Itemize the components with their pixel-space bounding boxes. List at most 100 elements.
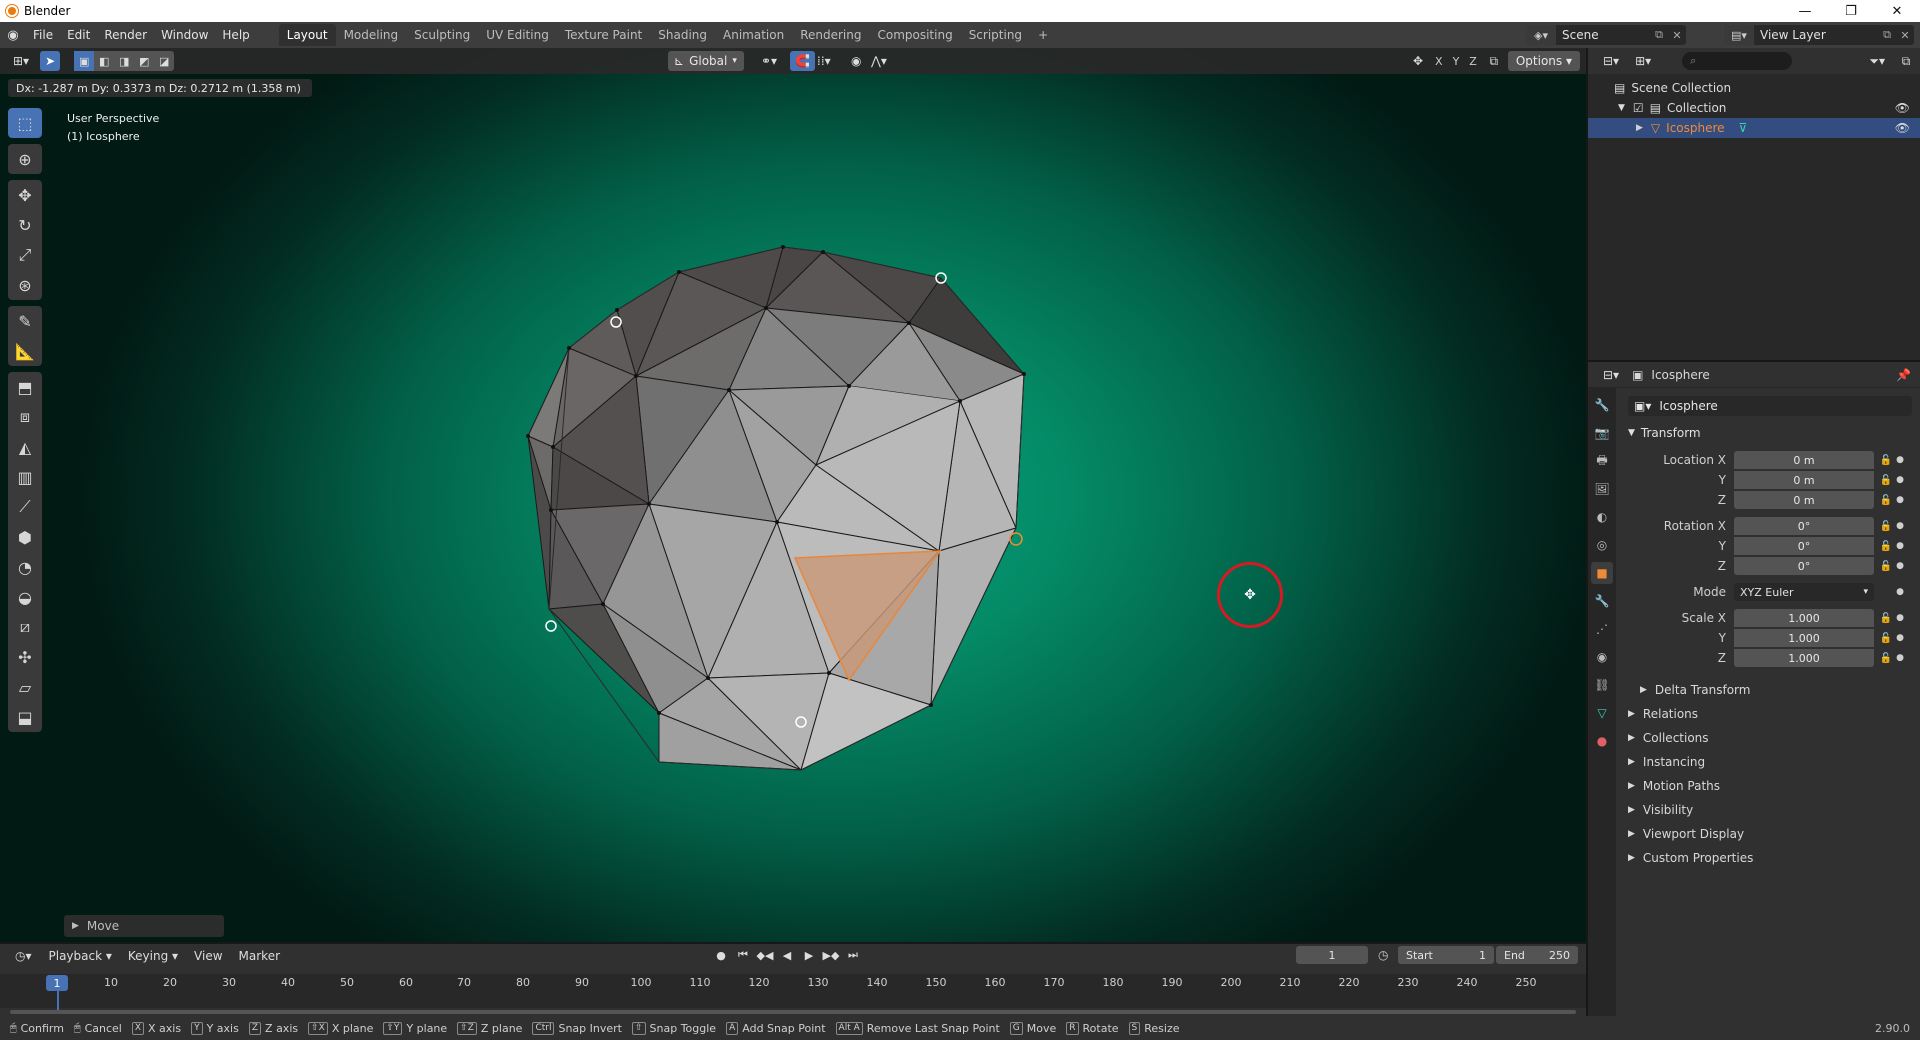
object-name-value[interactable]: Icosphere xyxy=(1659,399,1717,413)
clock-icon[interactable]: ◷ xyxy=(1378,948,1388,962)
rotation-z-field[interactable]: 0° xyxy=(1734,557,1874,575)
outliner-editor-icon[interactable]: ⊟▾ xyxy=(1598,51,1624,71)
rotation-y-field[interactable]: 0° xyxy=(1734,537,1874,555)
keyframe-dot-icon[interactable]: ● xyxy=(1894,613,1906,623)
lock-icon[interactable]: 🔓 xyxy=(1878,455,1894,466)
modifier-tab-icon[interactable]: 🔧 xyxy=(1591,590,1613,612)
rip-region-tool-icon[interactable]: ⬓ xyxy=(8,702,42,732)
tab-sculpting[interactable]: Sculpting xyxy=(406,24,478,46)
disclosure-open-icon[interactable]: ▼ xyxy=(1618,103,1625,113)
new-collection-icon[interactable]: ⧉ xyxy=(1896,51,1916,71)
tab-compositing[interactable]: Compositing xyxy=(869,24,960,46)
tab-layout[interactable]: Layout xyxy=(278,24,336,46)
knife-tool-icon[interactable]: ⟋ xyxy=(8,492,42,522)
view-layer-tab-icon[interactable]: 🖼 xyxy=(1591,478,1613,500)
scene-selector[interactable]: ◈▾ Scene ⧉ ✕ xyxy=(1526,25,1686,45)
bevel-tool-icon[interactable]: ◭ xyxy=(8,432,42,462)
select-extend-icon[interactable]: ◧ xyxy=(94,51,114,71)
scene-icon[interactable]: ◈▾ xyxy=(1526,25,1556,45)
scale-x-field[interactable]: 1.000 xyxy=(1734,609,1874,627)
delete-view-layer-icon[interactable]: ✕ xyxy=(1896,29,1914,42)
physics-tab-icon[interactable]: ◉ xyxy=(1591,646,1613,668)
timeline-editor-icon[interactable]: ◷▾ xyxy=(10,946,37,966)
rotation-mode-dropdown[interactable]: XYZ Euler ▾ xyxy=(1734,583,1874,601)
jump-start-icon[interactable]: ⏮ xyxy=(734,946,752,964)
inset-tool-icon[interactable]: ⧈ xyxy=(8,402,42,432)
menu-render[interactable]: Render xyxy=(97,28,154,42)
select-subtract-icon[interactable]: ◨ xyxy=(114,51,134,71)
output-tab-icon[interactable]: 🖶 xyxy=(1591,450,1613,472)
location-y-field[interactable]: 0 m xyxy=(1734,471,1874,489)
keyframe-dot-icon[interactable]: ● xyxy=(1894,561,1906,571)
options-dropdown[interactable]: Options ▾ xyxy=(1507,51,1580,71)
cursor-tool-icon[interactable]: ⊕ xyxy=(8,144,42,174)
close-window-button[interactable]: ✕ xyxy=(1874,0,1920,22)
lock-icon[interactable]: 🔓 xyxy=(1878,475,1894,486)
annotate-tool-icon[interactable]: ✎ xyxy=(8,306,42,336)
keyframe-dot-icon[interactable]: ● xyxy=(1894,541,1906,551)
checkbox-icon[interactable]: ☑ xyxy=(1633,101,1644,115)
menu-window[interactable]: Window xyxy=(154,28,215,42)
poly-build-tool-icon[interactable]: ⬢ xyxy=(8,522,42,552)
end-frame-field[interactable]: End 250 xyxy=(1496,946,1578,964)
delete-scene-icon[interactable]: ✕ xyxy=(1668,29,1686,42)
axis-z-toggle[interactable]: Z xyxy=(1466,55,1480,68)
tab-modeling[interactable]: Modeling xyxy=(336,24,407,46)
keyframe-dot-icon[interactable]: ● xyxy=(1894,521,1906,531)
transform-orientation-dropdown[interactable]: ⊾ Global ▾ xyxy=(668,51,744,71)
new-view-layer-icon[interactable]: ⧉ xyxy=(1878,28,1896,42)
add-workspace-icon[interactable]: + xyxy=(1030,24,1056,46)
smooth-tool-icon[interactable]: ◒ xyxy=(8,582,42,612)
keyframe-dot-icon[interactable]: ● xyxy=(1894,587,1906,597)
shear-tool-icon[interactable]: ▱ xyxy=(8,672,42,702)
display-mode-icon[interactable]: ⊞▾ xyxy=(1630,51,1656,71)
viewport-display-panel[interactable]: ▶ Viewport Display xyxy=(1620,822,1916,846)
location-z-field[interactable]: 0 m xyxy=(1734,491,1874,509)
tool-tab-icon[interactable]: 🔧 xyxy=(1591,394,1613,416)
keying-menu[interactable]: Keying ▾ xyxy=(124,949,182,963)
lock-icon[interactable]: 🔓 xyxy=(1878,653,1894,664)
motion-paths-panel[interactable]: ▶ Motion Paths xyxy=(1620,774,1916,798)
menu-edit[interactable]: Edit xyxy=(60,28,97,42)
playback-menu[interactable]: Playback ▾ xyxy=(45,949,116,963)
tab-animation[interactable]: Animation xyxy=(715,24,792,46)
select-intersect-icon[interactable]: ◪ xyxy=(154,51,174,71)
scale-y-field[interactable]: 1.000 xyxy=(1734,629,1874,647)
keyframe-dot-icon[interactable]: ● xyxy=(1894,633,1906,643)
current-frame-field[interactable]: 1 xyxy=(1296,946,1368,964)
scene-name[interactable]: Scene xyxy=(1556,28,1650,42)
view-layer-name[interactable]: View Layer xyxy=(1754,28,1878,42)
start-frame-field[interactable]: Start 1 xyxy=(1398,946,1494,964)
outliner-row-icosphere[interactable]: ▶ ▽ Icosphere ⊽ 👁 xyxy=(1588,118,1920,138)
rotate-tool-icon[interactable]: ↻ xyxy=(8,210,42,240)
outliner-search-input[interactable]: ⌕ xyxy=(1682,52,1793,70)
transform-panel-header[interactable]: ▼ Transform xyxy=(1620,422,1916,444)
proportional-edit-icon[interactable]: ◉ xyxy=(846,51,866,71)
custom-properties-panel[interactable]: ▶ Custom Properties xyxy=(1620,846,1916,870)
falloff-icon[interactable]: ⋀▾ xyxy=(866,51,892,71)
mirror-icon[interactable]: ✥ xyxy=(1408,51,1428,71)
location-x-field[interactable]: 0 m xyxy=(1734,451,1874,469)
pin-icon[interactable]: 📌 xyxy=(1891,365,1916,385)
tab-uv-editing[interactable]: UV Editing xyxy=(478,24,557,46)
3d-viewport[interactable]: ⊞▾ ➤ ▣ ◧ ◨ ◩ ◪ ⊾ Global ▾ ⚭▾ 🧲 ⁞⁞▾ ◉ ⋀▾ … xyxy=(0,48,1586,944)
particles-tab-icon[interactable]: ⋰ xyxy=(1591,618,1613,640)
properties-editor-icon[interactable]: ⊟▾ xyxy=(1598,365,1624,385)
filter-icon[interactable]: ⏷▾ xyxy=(1864,51,1890,71)
tab-shading[interactable]: Shading xyxy=(650,24,715,46)
select-invert-icon[interactable]: ◩ xyxy=(134,51,154,71)
relations-panel[interactable]: ▶ Relations xyxy=(1620,702,1916,726)
loop-cut-tool-icon[interactable]: ▥ xyxy=(8,462,42,492)
mesh-data-icon[interactable]: ⊽ xyxy=(1739,121,1748,135)
lock-icon[interactable]: 🔓 xyxy=(1878,541,1894,552)
scene-tab-icon[interactable]: ◐ xyxy=(1591,506,1613,528)
keyframe-dot-icon[interactable]: ● xyxy=(1894,475,1906,485)
move-tool-icon[interactable]: ✥ xyxy=(8,180,42,210)
icosphere-mesh[interactable] xyxy=(0,48,1586,944)
lock-icon[interactable]: 🔓 xyxy=(1878,613,1894,624)
last-operation-panel[interactable]: ▶ Move xyxy=(64,915,224,937)
object-name-field[interactable]: ▣▾ Icosphere xyxy=(1628,396,1912,416)
menu-help[interactable]: Help xyxy=(215,28,256,42)
editor-type-icon[interactable]: ⊞▾ xyxy=(8,51,34,71)
select-set-icon[interactable]: ▣ xyxy=(74,51,95,71)
